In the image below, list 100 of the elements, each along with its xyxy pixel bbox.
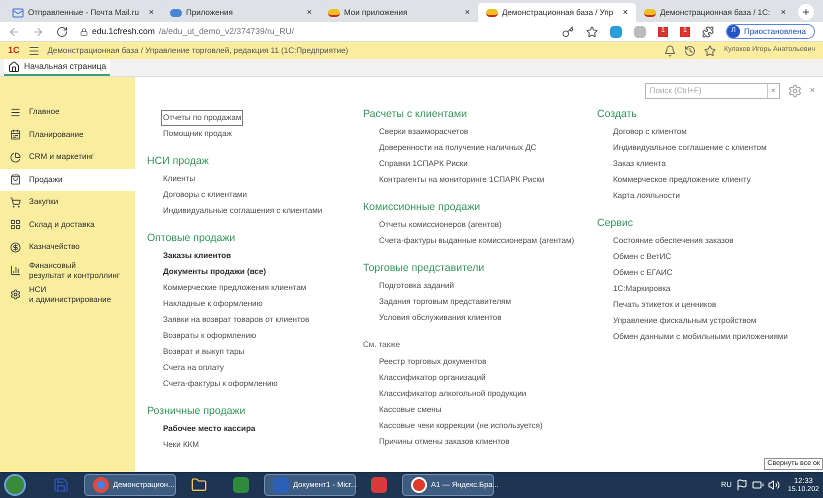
menu-link[interactable]: Клиенты bbox=[161, 171, 198, 187]
menu-link[interactable]: Состояние обеспечения заказов bbox=[611, 233, 736, 249]
menu-link[interactable]: Реестр торговых документов bbox=[377, 354, 488, 370]
tab-title: Демонстрационная база / Упр bbox=[502, 6, 614, 18]
menu-link[interactable]: Чеки ККМ bbox=[161, 437, 201, 453]
browser-tab[interactable]: Демонстрационная база / Упр × bbox=[478, 3, 636, 22]
menu-link[interactable]: Управление фискальным устройством bbox=[611, 313, 758, 329]
menu-link[interactable]: Карта лояльности bbox=[611, 188, 682, 204]
star-icon[interactable] bbox=[586, 26, 598, 38]
menu-link[interactable]: Договор с клиентом bbox=[611, 124, 689, 140]
section-heading: Расчеты с клиентами bbox=[363, 106, 468, 122]
cart-icon bbox=[10, 196, 21, 208]
section-heading: Сервис bbox=[597, 216, 634, 231]
start-button[interactable] bbox=[4, 474, 26, 496]
close-icon[interactable]: × bbox=[148, 6, 154, 20]
sidebar-item[interactable]: Планирование bbox=[0, 124, 135, 146]
sidebar-item[interactable]: Склад и доставка bbox=[0, 214, 135, 236]
menu-link[interactable]: Накладные к оформлению bbox=[161, 296, 265, 312]
menu-link[interactable]: Документы продажи (все) bbox=[161, 264, 268, 280]
reload-icon[interactable] bbox=[56, 26, 68, 38]
close-icon[interactable]: × bbox=[622, 6, 628, 20]
sidebar-item[interactable]: Продажи bbox=[0, 168, 135, 191]
menu-link[interactable]: Заказ клиента bbox=[611, 156, 668, 172]
bell-icon[interactable] bbox=[664, 44, 676, 56]
spreadsheet-icon bbox=[233, 477, 249, 493]
logo-icon bbox=[644, 8, 656, 16]
menu-link[interactable]: Классификатор алкогольной продукции bbox=[377, 386, 528, 402]
menu-link[interactable]: Контрагенты на мониторинге 1СПАРК Риски bbox=[377, 172, 546, 188]
menu-link[interactable]: Заказы клиентов bbox=[161, 248, 234, 264]
menu-link[interactable]: Кассовые смены bbox=[377, 402, 444, 418]
menu-link[interactable]: Счета-фактуры выданные комиссионерам (агентам) bbox=[377, 233, 576, 249]
menu-link[interactable]: Обмен с ВетИС bbox=[611, 249, 674, 265]
menu-link[interactable]: 1С:Маркировка bbox=[611, 281, 672, 297]
calendar-icon bbox=[10, 129, 21, 140]
section-heading: Розничные продажи bbox=[147, 404, 246, 419]
sidebar-item[interactable]: Главное bbox=[0, 101, 135, 124]
menu-link[interactable]: Причины отмены заказов клиентов bbox=[377, 434, 512, 450]
menu-icon[interactable] bbox=[28, 44, 40, 56]
menu-link[interactable]: Справки 1СПАРК Риски bbox=[377, 156, 470, 172]
section-heading: Создать bbox=[597, 106, 638, 122]
tab-title: Отправленные - Почта Mail.ru bbox=[28, 6, 140, 18]
section-heading: НСИ продаж bbox=[147, 154, 210, 169]
volume-icon[interactable] bbox=[768, 479, 780, 491]
coin-icon bbox=[10, 242, 21, 253]
battery-icon[interactable] bbox=[752, 479, 764, 491]
menu-link[interactable]: Счета-фактуры к оформлению bbox=[161, 376, 280, 392]
sidebar-item[interactable]: Казначейство bbox=[0, 236, 135, 258]
menu-link[interactable]: Обмен данными с мобильными приложениями bbox=[611, 329, 790, 345]
menu-link[interactable]: Подготовка заданий bbox=[377, 278, 456, 294]
menu-link[interactable]: Условия обслуживания клиентов bbox=[377, 310, 504, 326]
menu-link[interactable]: Кассовые чеки коррекции (не используется) bbox=[377, 418, 545, 434]
close-icon[interactable]: × bbox=[464, 6, 470, 20]
floppy-icon bbox=[53, 477, 69, 493]
app-title: Демонстрационная база / Управление торговлей, редакция 11 (1С:Предприятие) bbox=[48, 44, 350, 56]
folder-icon bbox=[191, 477, 207, 493]
extensions-icon[interactable] bbox=[702, 26, 714, 38]
menu-link[interactable]: Отчеты по продажам bbox=[161, 110, 244, 126]
extension-icon[interactable] bbox=[610, 26, 622, 38]
close-icon[interactable]: × bbox=[306, 6, 312, 20]
menu-link[interactable]: Задания торговым представителям bbox=[377, 294, 513, 310]
close-icon[interactable]: × bbox=[780, 6, 786, 20]
menu-link[interactable]: Возврат и выкуп тары bbox=[161, 344, 246, 360]
menu-link[interactable]: Отчеты комиссионеров (агентов) bbox=[377, 217, 504, 233]
history-icon[interactable] bbox=[684, 44, 696, 56]
section-heading: Оптовые продажи bbox=[147, 230, 236, 246]
close-button[interactable]: × bbox=[810, 84, 815, 98]
sidebar-item[interactable]: НСИ и администрирование bbox=[0, 282, 135, 306]
menu-link[interactable]: Доверенности на получение наличных ДС bbox=[377, 140, 538, 156]
home-icon bbox=[8, 60, 20, 72]
menu-link[interactable]: Помощник продаж bbox=[161, 126, 234, 142]
menu-link[interactable]: Индивидуальное соглашение с клиентом bbox=[611, 140, 769, 156]
sidebar-item[interactable]: CRM и маркетинг bbox=[0, 146, 135, 168]
gear-icon bbox=[10, 289, 21, 300]
menu-link[interactable]: Счета на оплату bbox=[161, 360, 226, 376]
menu-link[interactable]: Сверки взаиморасчетов bbox=[377, 124, 470, 140]
bar-chart-icon bbox=[10, 265, 21, 276]
tab-title: Демонстрационная база / 1С: bbox=[660, 6, 772, 18]
menu-link[interactable]: Коммерческие предложения клиентам bbox=[161, 280, 308, 296]
menu-link[interactable]: Возвраты к оформлению bbox=[161, 328, 258, 344]
flag-icon[interactable] bbox=[736, 479, 748, 491]
address-field[interactable]: edu.1cfresh.com /a/edu_ut_demo_v2/374739/ru_RU/ bbox=[80, 25, 550, 38]
menu-link[interactable]: Классификатор организаций bbox=[377, 370, 488, 386]
menu-link[interactable]: Индивидуальные соглашения с клиентами bbox=[161, 203, 324, 219]
menu-link[interactable]: Договоры с клиентами bbox=[161, 187, 249, 203]
menu-link[interactable]: Заявки на возврат товаров от клиентов bbox=[161, 312, 312, 328]
menu-link[interactable]: Коммерческое предложение клиенту bbox=[611, 172, 753, 188]
sidebar-item[interactable]: Закупки bbox=[0, 191, 135, 214]
new-tab-button[interactable]: + bbox=[798, 4, 814, 20]
menu-link[interactable]: Обмен с ЕГАИС bbox=[611, 265, 674, 281]
pdf-icon bbox=[371, 477, 387, 493]
home-tab[interactable]: Начальная страница bbox=[4, 59, 110, 76]
search-field[interactable]: Поиск (Ctrl+F) × bbox=[644, 83, 780, 99]
key-icon[interactable] bbox=[562, 26, 574, 38]
menu-link[interactable]: Печать этикеток и ценников bbox=[611, 297, 718, 313]
section-heading: Комиссионные продажи bbox=[363, 200, 482, 215]
clear-button[interactable]: × bbox=[766, 84, 779, 98]
sidebar-item[interactable]: Финансовый результат и контроллинг bbox=[0, 258, 135, 282]
star-icon[interactable] bbox=[704, 44, 716, 56]
menu-link[interactable]: Рабочее место кассира bbox=[161, 421, 258, 437]
browser-icon bbox=[93, 477, 109, 493]
